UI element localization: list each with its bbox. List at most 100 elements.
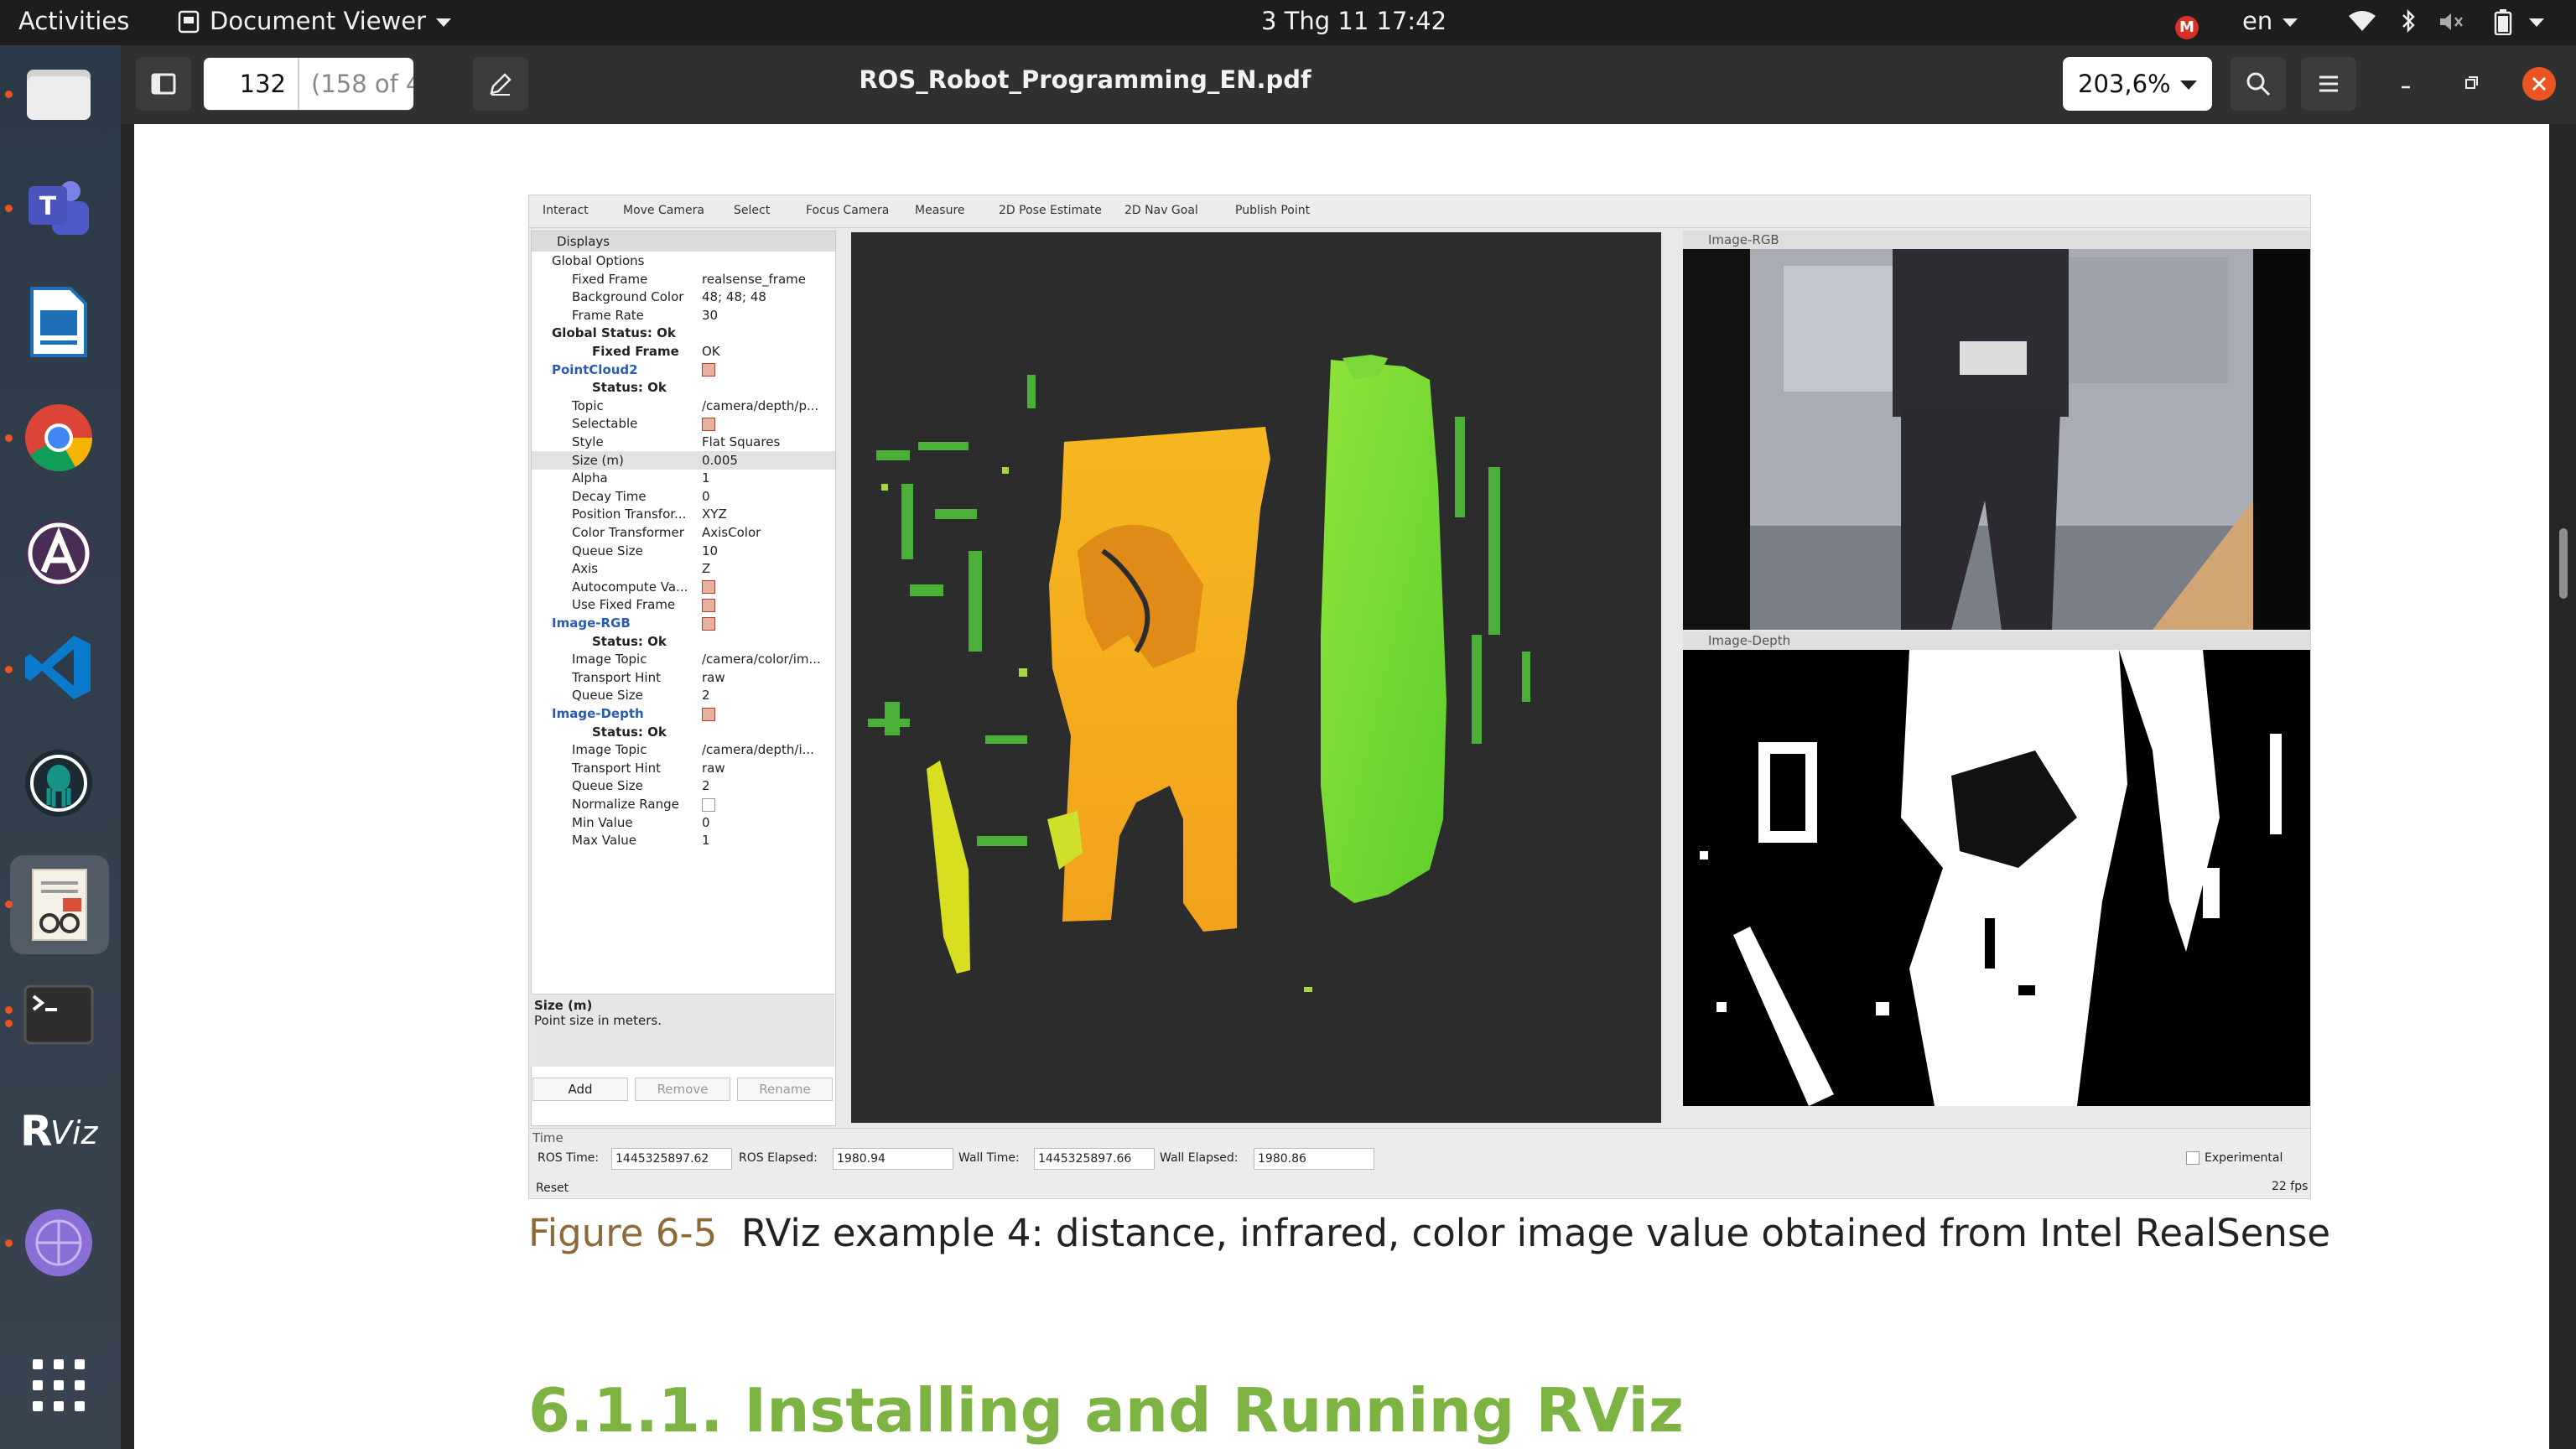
page-number-input[interactable]: 132 xyxy=(204,58,296,110)
gmail-indicator-icon[interactable]: M xyxy=(2175,9,2199,39)
wall-time-field: 1445325897.66 xyxy=(1034,1148,1155,1170)
wall-time-label: Wall Time: xyxy=(958,1151,1020,1165)
property-value: 0 xyxy=(702,488,710,504)
displays-title: Displays xyxy=(532,231,835,252)
dock-ubuntu-cleaner[interactable] xyxy=(18,1202,99,1283)
close-icon xyxy=(2532,76,2547,91)
header-bar: 132 (158 of 487) ROS_Robot_Programming_E… xyxy=(121,45,2576,124)
rviz-tool-2d-nav-goal: 2D Nav Goal xyxy=(1124,204,1198,217)
pointcloud-3d-view xyxy=(851,232,1661,1123)
dock-app-center[interactable] xyxy=(18,513,99,594)
volume-icon[interactable] xyxy=(2438,10,2465,39)
property-name: Image Topic xyxy=(572,742,647,758)
property-value: XYZ xyxy=(702,506,727,522)
minimize-icon xyxy=(2402,86,2410,89)
dock-document-viewer[interactable] xyxy=(10,855,109,954)
property-name: Topic xyxy=(572,397,604,413)
annotate-button[interactable] xyxy=(473,57,528,111)
search-button[interactable] xyxy=(2231,57,2286,111)
display-property-row: Status: Ok xyxy=(532,378,835,397)
property-value xyxy=(702,614,715,632)
dock-teams[interactable]: T xyxy=(18,168,99,248)
system-menu[interactable] xyxy=(2529,7,2544,35)
show-applications-button[interactable] xyxy=(18,1345,99,1426)
teams-icon: T xyxy=(29,181,89,235)
property-name: Image-Depth xyxy=(552,706,644,721)
document-viewer-icon xyxy=(32,869,87,941)
display-property-row: Global Options xyxy=(532,252,835,270)
vertical-scrollbar[interactable] xyxy=(2559,528,2568,599)
property-name: Transport Hint xyxy=(572,669,661,685)
display-property-row: Use Fixed Frame xyxy=(532,595,835,614)
minimize-button[interactable] xyxy=(2393,70,2418,99)
restore-icon xyxy=(2465,76,2478,89)
display-property-row: Axis Z xyxy=(532,559,835,578)
property-name: Use Fixed Frame xyxy=(572,597,676,613)
battery-icon[interactable] xyxy=(2494,8,2512,41)
ros-time-label: ROS Time: xyxy=(538,1151,600,1165)
rviz-tool-2d-pose-estimate: 2D Pose Estimate xyxy=(999,204,1102,217)
display-property-row: Decay Time 0 xyxy=(532,487,835,506)
property-value: realsense_frame xyxy=(702,271,806,287)
rviz-tool-move-camera: Move Camera xyxy=(623,204,704,217)
ros-elapsed-field: 1980.94 xyxy=(833,1148,953,1170)
property-name: Image Topic xyxy=(572,652,647,667)
reset-button: Reset xyxy=(536,1182,569,1195)
display-property-row: Background Color 48; 48; 48 xyxy=(532,288,835,306)
cleaner-icon xyxy=(25,1209,92,1276)
property-name: Frame Rate xyxy=(572,307,644,323)
property-name: Queue Size xyxy=(572,688,643,704)
bluetooth-icon[interactable] xyxy=(2400,8,2417,39)
display-property-row: Selectable xyxy=(532,414,835,433)
property-value: AxisColor xyxy=(702,525,761,540)
property-value: Z xyxy=(702,561,711,577)
dock-gitkraken[interactable] xyxy=(18,743,99,823)
rviz-icon: RViz xyxy=(20,1107,99,1154)
document-viewport[interactable]: Interact Move Camera Select Focus Camera Mea… xyxy=(121,124,2576,1449)
display-property-row: Autocompute Va... xyxy=(532,578,835,596)
figure-label: Figure 6-5 xyxy=(528,1211,718,1255)
maximize-button[interactable] xyxy=(2459,70,2484,99)
property-value: raw xyxy=(702,669,725,685)
display-property-row: PointCloud2 xyxy=(532,361,835,379)
description-text: Point size in meters. xyxy=(534,1013,662,1028)
close-button[interactable] xyxy=(2522,67,2556,101)
property-value xyxy=(702,361,715,379)
rviz-tool-measure: Measure xyxy=(915,204,965,217)
keyboard-layout[interactable]: en xyxy=(2242,7,2298,35)
wifi-icon[interactable] xyxy=(2348,10,2376,39)
menu-button[interactable] xyxy=(2301,57,2356,111)
dock-writer[interactable] xyxy=(18,282,99,362)
rename-display-button: Rename xyxy=(737,1078,833,1101)
dock-files[interactable] xyxy=(18,54,99,134)
search-icon xyxy=(2246,72,2271,96)
clock[interactable]: 3 Thg 11 17:42 xyxy=(1261,7,1446,35)
sidebar-toggle-button[interactable] xyxy=(136,57,191,111)
app-name: Document Viewer xyxy=(210,7,427,35)
display-property-row: Min Value 0 xyxy=(532,813,835,832)
activities-button[interactable]: Activities xyxy=(18,7,129,35)
dock-vscode[interactable] xyxy=(18,627,99,708)
dock-chrome[interactable] xyxy=(18,397,99,478)
rviz-tool-focus-camera: Focus Camera xyxy=(806,204,890,217)
dock-rviz[interactable]: R Viz xyxy=(18,1088,99,1169)
display-property-row: Image-Depth xyxy=(532,704,835,723)
display-property-row: Queue Size 10 xyxy=(532,542,835,560)
svg-text:T: T xyxy=(39,192,57,221)
svg-text:Viz: Viz xyxy=(50,1114,99,1151)
zoom-selector[interactable]: 203,6% xyxy=(2063,57,2212,111)
time-title: Time xyxy=(532,1130,564,1145)
property-name: Normalize Range xyxy=(572,797,679,812)
dock-terminal[interactable] xyxy=(18,974,99,1055)
image-depth-title: Image-Depth xyxy=(1683,631,2310,650)
property-name: Autocompute Va... xyxy=(572,579,688,595)
property-value: /camera/color/im... xyxy=(702,652,821,667)
display-property-row: Status: Ok xyxy=(532,632,835,651)
add-display-button: Add xyxy=(532,1078,628,1101)
display-property-row: Color Transformer AxisColor xyxy=(532,523,835,542)
document-title: ROS_Robot_Programming_EN.pdf xyxy=(859,65,1311,94)
chevron-down-icon xyxy=(2180,80,2197,90)
experimental-checkbox: Experimental xyxy=(2186,1151,2283,1165)
app-menu[interactable]: Document Viewer xyxy=(178,7,452,35)
wall-elapsed-field: 1980.86 xyxy=(1254,1148,1374,1170)
